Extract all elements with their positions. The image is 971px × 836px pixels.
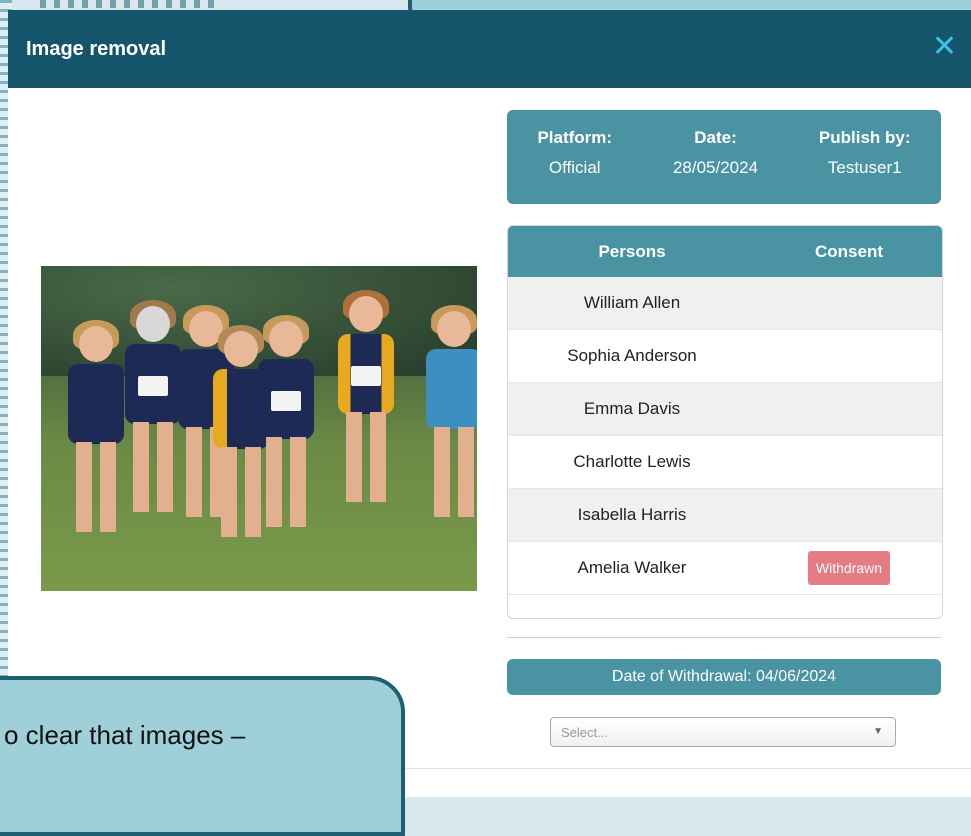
slide-callout-bottom: o clear that images – <box>0 676 405 836</box>
table-row[interactable]: Isabella Harris <box>508 489 942 542</box>
section-divider <box>507 637 941 638</box>
person-name: Isabella Harris <box>577 505 687 524</box>
person-name: William Allen <box>583 293 681 312</box>
event-photo <box>41 266 477 591</box>
withdrawn-badge: Withdrawn <box>807 551 891 585</box>
background-dots <box>40 0 220 8</box>
persons-column-header: Persons <box>598 241 666 261</box>
photo-child <box>241 315 331 571</box>
close-icon[interactable]: ✕ <box>932 32 957 62</box>
consent-cell: Withdrawn <box>756 551 942 585</box>
photo-child <box>419 305 477 541</box>
withdrawal-date-text: Date of Withdrawal: 04/06/2024 <box>611 668 837 685</box>
date-info: Date: 28/05/2024 <box>673 128 758 204</box>
person-name: Emma Davis <box>583 399 681 418</box>
date-label: Date: <box>694 128 737 147</box>
publish-by-value: Testuser1 <box>827 158 902 177</box>
select-placeholder: Select... <box>561 724 608 740</box>
modal-title: Image removal <box>26 37 167 60</box>
table-row[interactable]: Emma Davis <box>508 383 942 436</box>
platform-info: Platform: Official <box>537 128 612 204</box>
callout-text: o clear that images – <box>4 720 246 750</box>
date-value: 28/05/2024 <box>672 158 759 177</box>
platform-value: Official <box>548 158 601 177</box>
modal-header: Image removal ✕ <box>8 10 971 88</box>
persons-consent-table: Persons Consent William Allen Sophia And… <box>507 225 943 619</box>
platform-label: Platform: <box>537 128 613 147</box>
table-header: Persons Consent <box>508 226 942 277</box>
withdrawal-date-bar: Date of Withdrawal: 04/06/2024 <box>507 659 941 695</box>
publish-by-label: Publish by: <box>818 128 911 147</box>
person-name: Amelia Walker <box>577 558 687 577</box>
table-row[interactable]: Amelia Walker Withdrawn <box>508 542 942 595</box>
consent-column-header: Consent <box>815 241 883 261</box>
person-name: Charlotte Lewis <box>573 452 691 471</box>
action-select[interactable]: Select... ▼ <box>550 717 896 747</box>
publish-info-card: Platform: Official Date: 28/05/2024 Publ… <box>507 110 941 204</box>
person-name: Sophia Anderson <box>567 346 697 365</box>
chevron-down-icon: ▼ <box>873 726 883 737</box>
photo-child <box>321 290 411 546</box>
table-row[interactable]: William Allen <box>508 277 942 330</box>
table-row[interactable]: Sophia Anderson <box>508 330 942 383</box>
publisher-info: Publish by: Testuser1 <box>819 128 911 204</box>
table-row[interactable]: Charlotte Lewis <box>508 436 942 489</box>
